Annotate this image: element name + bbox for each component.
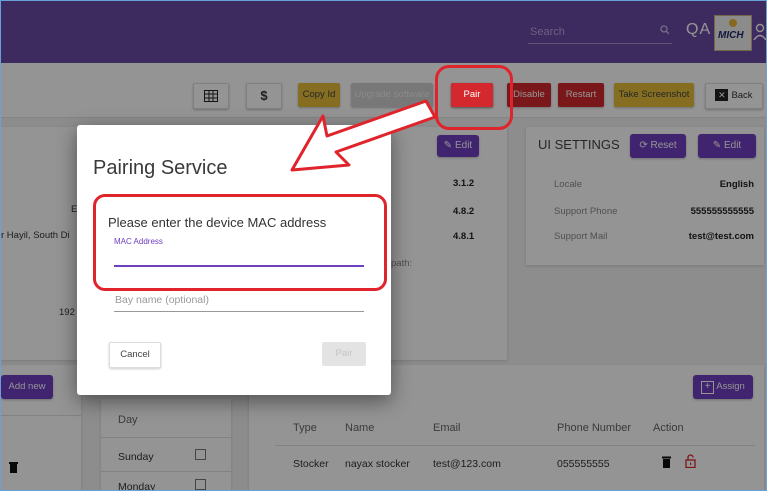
annotation-arrow-icon: [290, 99, 437, 172]
app-frame: Search QA MICH $ Copy Id Upgrade softwar…: [0, 0, 767, 491]
